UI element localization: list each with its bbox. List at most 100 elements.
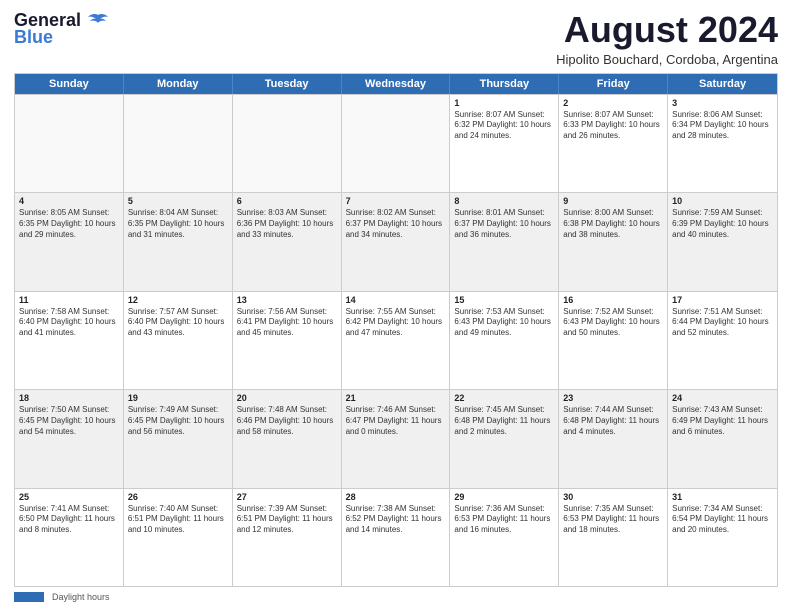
page: General Blue August 2024 Hipolito Boucha… xyxy=(0,0,792,612)
day-number: 15 xyxy=(454,295,554,305)
cal-cell xyxy=(124,95,233,192)
cal-header-saturday: Saturday xyxy=(668,74,777,94)
cell-info-text: Sunrise: 8:00 AM Sunset: 6:38 PM Dayligh… xyxy=(563,208,663,240)
cell-info-text: Sunrise: 7:44 AM Sunset: 6:48 PM Dayligh… xyxy=(563,405,663,437)
day-number: 10 xyxy=(672,196,773,206)
cell-info-text: Sunrise: 7:41 AM Sunset: 6:50 PM Dayligh… xyxy=(19,504,119,536)
day-number: 19 xyxy=(128,393,228,403)
cal-week-1: 1 Sunrise: 8:07 AM Sunset: 6:32 PM Daylig… xyxy=(15,94,777,192)
day-number: 2 xyxy=(563,98,663,108)
cell-info-text: Sunrise: 8:07 AM Sunset: 6:33 PM Dayligh… xyxy=(563,110,663,142)
calendar: SundayMondayTuesdayWednesdayThursdayFrid… xyxy=(14,73,778,587)
cal-cell: 12 Sunrise: 7:57 AM Sunset: 6:40 PM Dayli… xyxy=(124,292,233,389)
cal-cell: 21Sunrise: 7:46 AM Sunset: 6:47 PM Dayli… xyxy=(342,390,451,487)
day-number: 6 xyxy=(237,196,337,206)
cal-cell: 1 Sunrise: 8:07 AM Sunset: 6:32 PM Daylig… xyxy=(450,95,559,192)
day-number: 31 xyxy=(672,492,773,502)
day-number: 14 xyxy=(346,295,446,305)
cell-info-text: Sunrise: 7:48 AM Sunset: 6:46 PM Dayligh… xyxy=(237,405,337,437)
cell-info-text: Sunrise: 7:34 AM Sunset: 6:54 PM Dayligh… xyxy=(672,504,773,536)
calendar-header-row: SundayMondayTuesdayWednesdayThursdayFrid… xyxy=(15,74,777,94)
cell-info-text: Sunrise: 7:45 AM Sunset: 6:48 PM Dayligh… xyxy=(454,405,554,437)
cal-week-3: 11 Sunrise: 7:58 AM Sunset: 6:40 PM Dayli… xyxy=(15,291,777,389)
cal-cell: 13Sunrise: 7:56 AM Sunset: 6:41 PM Dayli… xyxy=(233,292,342,389)
cell-info-text: Sunrise: 7:57 AM Sunset: 6:40 PM Dayligh… xyxy=(128,307,228,339)
calendar-body: 1 Sunrise: 8:07 AM Sunset: 6:32 PM Daylig… xyxy=(15,94,777,586)
cell-info-text: Sunrise: 7:35 AM Sunset: 6:53 PM Dayligh… xyxy=(563,504,663,536)
logo: General Blue xyxy=(14,10,108,48)
cal-cell: 30 Sunrise: 7:35 AM Sunset: 6:53 PM Dayli… xyxy=(559,489,668,586)
cell-info-text: Sunrise: 8:04 AM Sunset: 6:35 PM Dayligh… xyxy=(128,208,228,240)
day-number: 25 xyxy=(19,492,119,502)
cal-cell: 14Sunrise: 7:55 AM Sunset: 6:42 PM Dayli… xyxy=(342,292,451,389)
day-number: 22 xyxy=(454,393,554,403)
legend-color-box xyxy=(14,592,44,602)
cell-info-text: Sunrise: 8:03 AM Sunset: 6:36 PM Dayligh… xyxy=(237,208,337,240)
cal-cell: 24 Sunrise: 7:43 AM Sunset: 6:49 PM Dayli… xyxy=(668,390,777,487)
cell-info-text: Sunrise: 8:02 AM Sunset: 6:37 PM Dayligh… xyxy=(346,208,446,240)
cal-cell: 4 Sunrise: 8:05 AM Sunset: 6:35 PM Daylig… xyxy=(15,193,124,290)
cell-info-text: Sunrise: 7:52 AM Sunset: 6:43 PM Dayligh… xyxy=(563,307,663,339)
cal-cell: 25 Sunrise: 7:41 AM Sunset: 6:50 PM Dayli… xyxy=(15,489,124,586)
cell-info-text: Sunrise: 7:50 AM Sunset: 6:45 PM Dayligh… xyxy=(19,405,119,437)
cal-cell: 16 Sunrise: 7:52 AM Sunset: 6:43 PM Dayli… xyxy=(559,292,668,389)
cell-info-text: Sunrise: 7:59 AM Sunset: 6:39 PM Dayligh… xyxy=(672,208,773,240)
day-number: 17 xyxy=(672,295,773,305)
cell-info-text: Sunrise: 7:46 AM Sunset: 6:47 PM Dayligh… xyxy=(346,405,446,437)
cal-header-monday: Monday xyxy=(124,74,233,94)
logo-blue: Blue xyxy=(14,27,53,48)
cal-cell xyxy=(15,95,124,192)
cal-cell: 11 Sunrise: 7:58 AM Sunset: 6:40 PM Dayli… xyxy=(15,292,124,389)
cal-cell: 22 Sunrise: 7:45 AM Sunset: 6:48 PM Dayli… xyxy=(450,390,559,487)
cell-info-text: Sunrise: 7:40 AM Sunset: 6:51 PM Dayligh… xyxy=(128,504,228,536)
cell-info-text: Sunrise: 7:49 AM Sunset: 6:45 PM Dayligh… xyxy=(128,405,228,437)
cell-info-text: Sunrise: 7:53 AM Sunset: 6:43 PM Dayligh… xyxy=(454,307,554,339)
cell-info-text: Sunrise: 7:43 AM Sunset: 6:49 PM Dayligh… xyxy=(672,405,773,437)
day-number: 16 xyxy=(563,295,663,305)
cell-info-text: Sunrise: 8:05 AM Sunset: 6:35 PM Dayligh… xyxy=(19,208,119,240)
day-number: 12 xyxy=(128,295,228,305)
month-year-title: August 2024 xyxy=(556,10,778,50)
cal-week-5: 25 Sunrise: 7:41 AM Sunset: 6:50 PM Dayli… xyxy=(15,488,777,586)
cal-cell: 2 Sunrise: 8:07 AM Sunset: 6:33 PM Daylig… xyxy=(559,95,668,192)
day-number: 18 xyxy=(19,393,119,403)
cal-header-wednesday: Wednesday xyxy=(342,74,451,94)
cell-info-text: Sunrise: 7:58 AM Sunset: 6:40 PM Dayligh… xyxy=(19,307,119,339)
cell-info-text: Sunrise: 8:01 AM Sunset: 6:37 PM Dayligh… xyxy=(454,208,554,240)
day-number: 4 xyxy=(19,196,119,206)
title-block: August 2024 Hipolito Bouchard, Cordoba, … xyxy=(556,10,778,67)
day-number: 27 xyxy=(237,492,337,502)
cal-header-tuesday: Tuesday xyxy=(233,74,342,94)
cal-week-2: 4 Sunrise: 8:05 AM Sunset: 6:35 PM Daylig… xyxy=(15,192,777,290)
cell-info-text: Sunrise: 8:06 AM Sunset: 6:34 PM Dayligh… xyxy=(672,110,773,142)
day-number: 30 xyxy=(563,492,663,502)
cal-cell: 29 Sunrise: 7:36 AM Sunset: 6:53 PM Dayli… xyxy=(450,489,559,586)
cal-cell: 17Sunrise: 7:51 AM Sunset: 6:44 PM Dayli… xyxy=(668,292,777,389)
header: General Blue August 2024 Hipolito Boucha… xyxy=(14,10,778,67)
cell-info-text: Sunrise: 7:56 AM Sunset: 6:41 PM Dayligh… xyxy=(237,307,337,339)
cal-cell: 8 Sunrise: 8:01 AM Sunset: 6:37 PM Daylig… xyxy=(450,193,559,290)
day-number: 8 xyxy=(454,196,554,206)
cell-info-text: Sunrise: 7:36 AM Sunset: 6:53 PM Dayligh… xyxy=(454,504,554,536)
cal-cell: 7 Sunrise: 8:02 AM Sunset: 6:37 PM Daylig… xyxy=(342,193,451,290)
cell-info-text: Sunrise: 7:38 AM Sunset: 6:52 PM Dayligh… xyxy=(346,504,446,536)
day-number: 23 xyxy=(563,393,663,403)
cal-cell: 15 Sunrise: 7:53 AM Sunset: 6:43 PM Dayli… xyxy=(450,292,559,389)
cal-cell: 6 Sunrise: 8:03 AM Sunset: 6:36 PM Daylig… xyxy=(233,193,342,290)
day-number: 20 xyxy=(237,393,337,403)
cal-cell xyxy=(342,95,451,192)
cal-cell: 20 Sunrise: 7:48 AM Sunset: 6:46 PM Dayli… xyxy=(233,390,342,487)
day-number: 1 xyxy=(454,98,554,108)
cal-cell: 3Sunrise: 8:06 AM Sunset: 6:34 PM Daylig… xyxy=(668,95,777,192)
footer: Daylight hours xyxy=(14,592,778,602)
cal-cell: 10 Sunrise: 7:59 AM Sunset: 6:39 PM Dayli… xyxy=(668,193,777,290)
day-number: 26 xyxy=(128,492,228,502)
cal-cell xyxy=(233,95,342,192)
day-number: 11 xyxy=(19,295,119,305)
cal-cell: 19 Sunrise: 7:49 AM Sunset: 6:45 PM Dayli… xyxy=(124,390,233,487)
day-number: 7 xyxy=(346,196,446,206)
cal-cell: 23 Sunrise: 7:44 AM Sunset: 6:48 PM Dayli… xyxy=(559,390,668,487)
day-number: 29 xyxy=(454,492,554,502)
day-number: 24 xyxy=(672,393,773,403)
cell-info-text: Sunrise: 8:07 AM Sunset: 6:32 PM Dayligh… xyxy=(454,110,554,142)
